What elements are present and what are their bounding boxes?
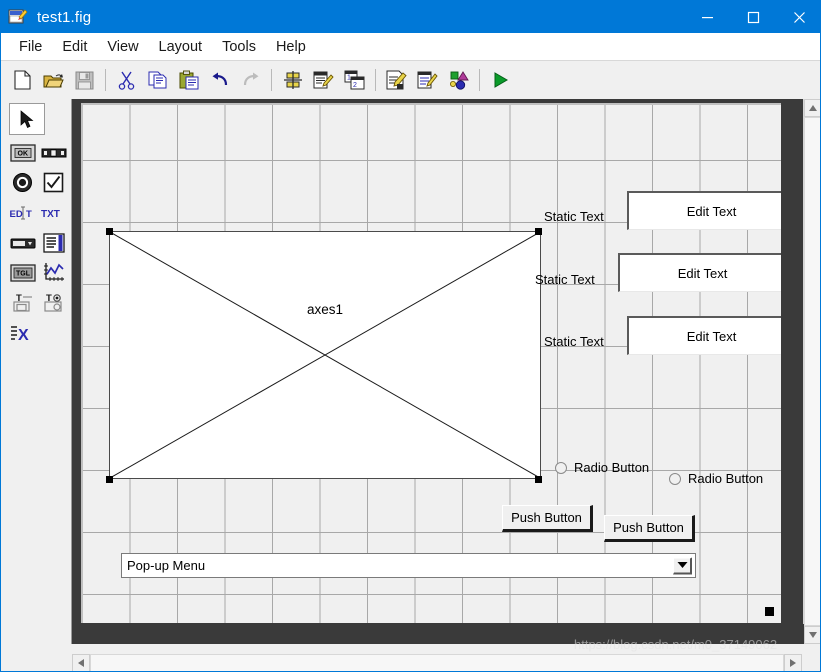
push-button-2[interactable]: Push Button [604,515,695,542]
scroll-left-button[interactable] [72,654,90,671]
slider-tool[interactable] [38,139,69,166]
radio-button-2-label: Radio Button [688,471,764,486]
svg-text:TXT: TXT [41,209,60,220]
editor-content: OK ED T TXT TGL T T X axes1 Static Text … [2,99,820,671]
close-button[interactable] [776,1,820,33]
activex-control-tool[interactable]: X [7,319,38,346]
guide-layout-editor-window: test1.fig File Edit View Layout Tools He… [0,0,821,672]
align-objects-icon[interactable] [278,66,307,95]
open-folder-icon[interactable] [39,66,68,95]
toggle-button-tool[interactable]: TGL [7,259,38,286]
toolbar-separator [105,69,106,91]
window-title: test1.fig [37,8,92,26]
object-browser-icon[interactable] [444,66,473,95]
selection-handle-tr[interactable] [535,228,542,235]
menu-editor-icon[interactable] [309,66,338,95]
toolbar-separator [375,69,376,91]
select-arrow-tool[interactable] [9,103,45,135]
undo-arrow-icon[interactable] [205,66,234,95]
radio-button-tool[interactable] [7,169,38,196]
selection-handle-tl[interactable] [106,228,113,235]
svg-text:X: X [18,327,29,343]
selection-handle-br[interactable] [535,476,542,483]
menu-edit[interactable]: Edit [52,37,97,57]
selection-handle-bl[interactable] [106,476,113,483]
figure-canvas-area[interactable]: axes1 Static Text Static Text Static Tex… [72,99,804,644]
chevron-down-icon[interactable] [673,557,692,574]
cut-scissors-icon[interactable] [112,66,141,95]
minimize-button[interactable] [684,1,730,33]
figure-surface[interactable]: axes1 Static Text Static Text Static Tex… [81,103,781,623]
svg-text:2: 2 [353,82,357,89]
radio-button-1[interactable]: Radio Button [555,460,649,475]
popup-menu-value: Pop-up Menu [127,558,206,573]
menu-view[interactable]: View [97,37,148,57]
static-text-tool[interactable]: TXT [38,199,69,226]
scroll-up-button[interactable] [804,99,820,117]
menu-help[interactable]: Help [266,37,316,57]
property-inspector-icon[interactable] [413,66,442,95]
figure-resize-handle[interactable] [765,607,774,616]
edit-text-2[interactable]: Edit Text [618,253,781,292]
axes-label: axes1 [306,302,344,317]
static-text-2[interactable]: Static Text [535,272,595,287]
button-group-tool[interactable]: T [38,289,69,316]
tab-order-editor-icon[interactable]: 1 2 [340,66,369,95]
svg-text:OK: OK [17,150,28,157]
watermark-text: https://blog.csdn.net/m0_37149062 [574,637,778,652]
menu-tools[interactable]: Tools [212,37,266,57]
push-button-tool[interactable]: OK [7,139,38,166]
edit-text-1[interactable]: Edit Text [627,191,781,230]
radio-circle-icon [669,472,681,485]
radio-button-2[interactable]: Radio Button [669,471,763,486]
axes-object[interactable]: axes1 [109,231,541,479]
popup-menu-tool[interactable] [7,229,38,256]
axes-tool[interactable] [38,259,69,286]
static-text-1[interactable]: Static Text [544,209,604,224]
new-figure-icon[interactable] [8,66,37,95]
svg-text:ED: ED [9,209,22,220]
redo-arrow-icon[interactable] [236,66,265,95]
edit-text-tool[interactable]: ED T [7,199,38,226]
radio-button-1-label: Radio Button [574,460,650,475]
window-controls [684,1,820,33]
push-button-1[interactable]: Push Button [502,505,593,532]
paste-clipboard-icon[interactable] [174,66,203,95]
svg-text:TGL: TGL [16,270,31,277]
toolbar-separator [479,69,480,91]
axes-cross-lines [110,232,540,478]
edit-text-3[interactable]: Edit Text [627,316,781,355]
radio-circle-icon [555,461,567,474]
vertical-scrollbar[interactable] [803,99,820,644]
maximize-button[interactable] [730,1,776,33]
menu-bar: File Edit View Layout Tools Help [1,33,820,60]
popup-menu[interactable]: Pop-up Menu [121,553,696,578]
title-bar: test1.fig [1,1,820,33]
save-disk-icon[interactable] [70,66,99,95]
toolbar-separator [271,69,272,91]
copy-icon[interactable] [143,66,172,95]
svg-text:1: 1 [347,75,351,82]
static-text-3[interactable]: Static Text [544,334,604,349]
scroll-down-button[interactable] [804,626,820,644]
svg-text:T: T [26,209,32,220]
m-file-editor-icon[interactable] [382,66,411,95]
toolbar: 1 2 [1,60,820,99]
guide-figure-icon [8,8,28,26]
horizontal-scrollbar[interactable] [72,654,820,671]
run-figure-icon[interactable] [486,66,515,95]
menu-layout[interactable]: Layout [149,37,213,57]
scroll-right-button[interactable] [784,654,802,671]
check-box-tool[interactable] [38,169,69,196]
component-palette: OK ED T TXT TGL T T X [2,99,72,644]
horizontal-scroll-track[interactable] [90,654,784,671]
panel-tool[interactable]: T [7,289,38,316]
menu-file[interactable]: File [9,37,52,57]
listbox-tool[interactable] [38,229,69,256]
vertical-scroll-track[interactable] [804,117,820,626]
